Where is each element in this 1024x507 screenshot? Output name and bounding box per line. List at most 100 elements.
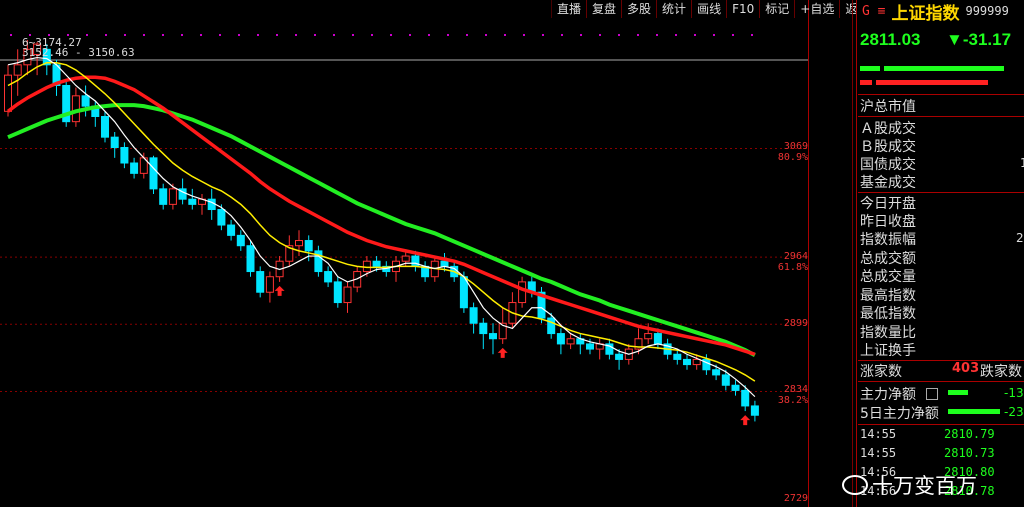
marker-dot [466,34,468,36]
candle-body [265,276,274,293]
marker-dot [200,34,202,36]
toolbar-draw-button[interactable]: 画线 [692,0,728,18]
candle-body [236,234,245,247]
candle-body [673,353,682,360]
divider [858,94,1024,95]
y-tick-2729: 2729 [783,493,808,504]
doc-icon[interactable] [926,388,938,400]
candle-body [566,338,575,345]
turnover-rate-label: 上证换手 [860,343,916,359]
candle-body [731,384,740,391]
divider [858,116,1024,117]
candle-body [683,358,691,366]
candle-body [644,333,653,340]
candle-body [653,333,662,345]
candle-body [324,271,333,283]
marker-dot [390,34,392,36]
toolbar-f10-button[interactable]: F10 [727,0,761,18]
candle-body [207,198,216,211]
toolbar-mark-button[interactable]: 标记 [760,0,796,18]
buy-arrow-icon [740,415,751,426]
candle-body [479,322,488,335]
buy-bar-short [860,66,880,71]
y-tick-2899: 2899 [783,318,808,329]
volume-label: 总成交量 [860,269,916,285]
divider [858,381,1024,382]
marker-dot [599,34,601,36]
index-title: G ≡ 上证指数 999999 [862,0,1009,24]
down-count-label: 跌家数 [980,364,1022,380]
menu-icon[interactable]: G ≡ [862,4,885,19]
toolbar-add-watch-button[interactable]: +自选 [795,0,841,18]
index-price: 2811.03 [860,30,921,49]
candle-body [712,369,721,376]
bond-vol-value: 1 [1020,156,1024,170]
marker-dot [656,34,658,36]
candle-body [615,353,624,360]
candle-body [168,188,177,205]
marker-dot [428,34,430,36]
marker-dot [238,34,240,36]
buy-arrow-icon [274,285,285,296]
main-net-label: 主力净额 [860,387,916,403]
candle-body [372,260,381,267]
marker-dot [333,34,335,36]
legend-range: 3152.46 - 3150.63 [22,46,135,59]
low-label: 最低指数 [860,306,916,322]
y-tick-2834: 2834 38.2% [777,384,808,406]
candle-body [333,281,342,304]
candle-body [489,333,497,340]
marker-dot [618,34,620,36]
ma-green-line [7,103,756,358]
marker-dot [447,34,449,36]
toolbar-stats-button[interactable]: 统计 [657,0,693,18]
marker-dot [542,34,544,36]
candle-body [304,240,313,252]
main-net5-label: 5日主力净额 [860,406,939,422]
toolbar-live-button[interactable]: 直播 [552,0,588,18]
divider [858,424,1024,425]
marker-dot [10,34,12,36]
marker-dot [276,34,278,36]
marker-dot [162,34,164,36]
marker-dot [675,34,677,36]
main-net5-value: -23 [1004,405,1024,419]
candle-body [13,64,22,76]
candle-body [295,240,303,247]
candlestick-chart[interactable] [0,0,808,507]
marker-dot [637,34,639,36]
marker-dot [409,34,411,36]
marker-dot [504,34,506,36]
main-net-bar [948,390,968,395]
marker-dot [713,34,715,36]
volume-ratio-label: 指数量比 [860,325,916,341]
marker-dot [352,34,354,36]
candle-body [741,389,750,407]
watermark-text: 十万变百万 [872,474,977,498]
panel-divider [852,0,853,507]
weibo-icon [842,475,868,495]
candle-body [469,307,478,324]
main-net5-bar [948,409,1000,414]
turnover-label: 总成交额 [860,251,916,267]
sell-bar-short [860,80,872,85]
marker-dot [219,34,221,36]
toolbar-replay-button[interactable]: 复盘 [587,0,623,18]
marker-dot [143,34,145,36]
candle-body [692,358,701,366]
candle-body [110,136,119,149]
marker-dot [580,34,582,36]
candle-body [81,95,90,107]
open-label: 今日开盘 [860,196,916,212]
marker-dot [371,34,373,36]
marker-dot [751,34,753,36]
toolbar-multi-button[interactable]: 多股 [622,0,658,18]
b-share-vol-label: Ｂ股成交 [860,139,916,155]
candle-body [721,374,730,386]
marker-dot [561,34,563,36]
tick-row: 14:55 2810.73 [860,446,995,460]
candle-body [149,157,158,190]
marker-dot [295,34,297,36]
candle-body [343,286,352,304]
axis-separator [808,0,809,507]
